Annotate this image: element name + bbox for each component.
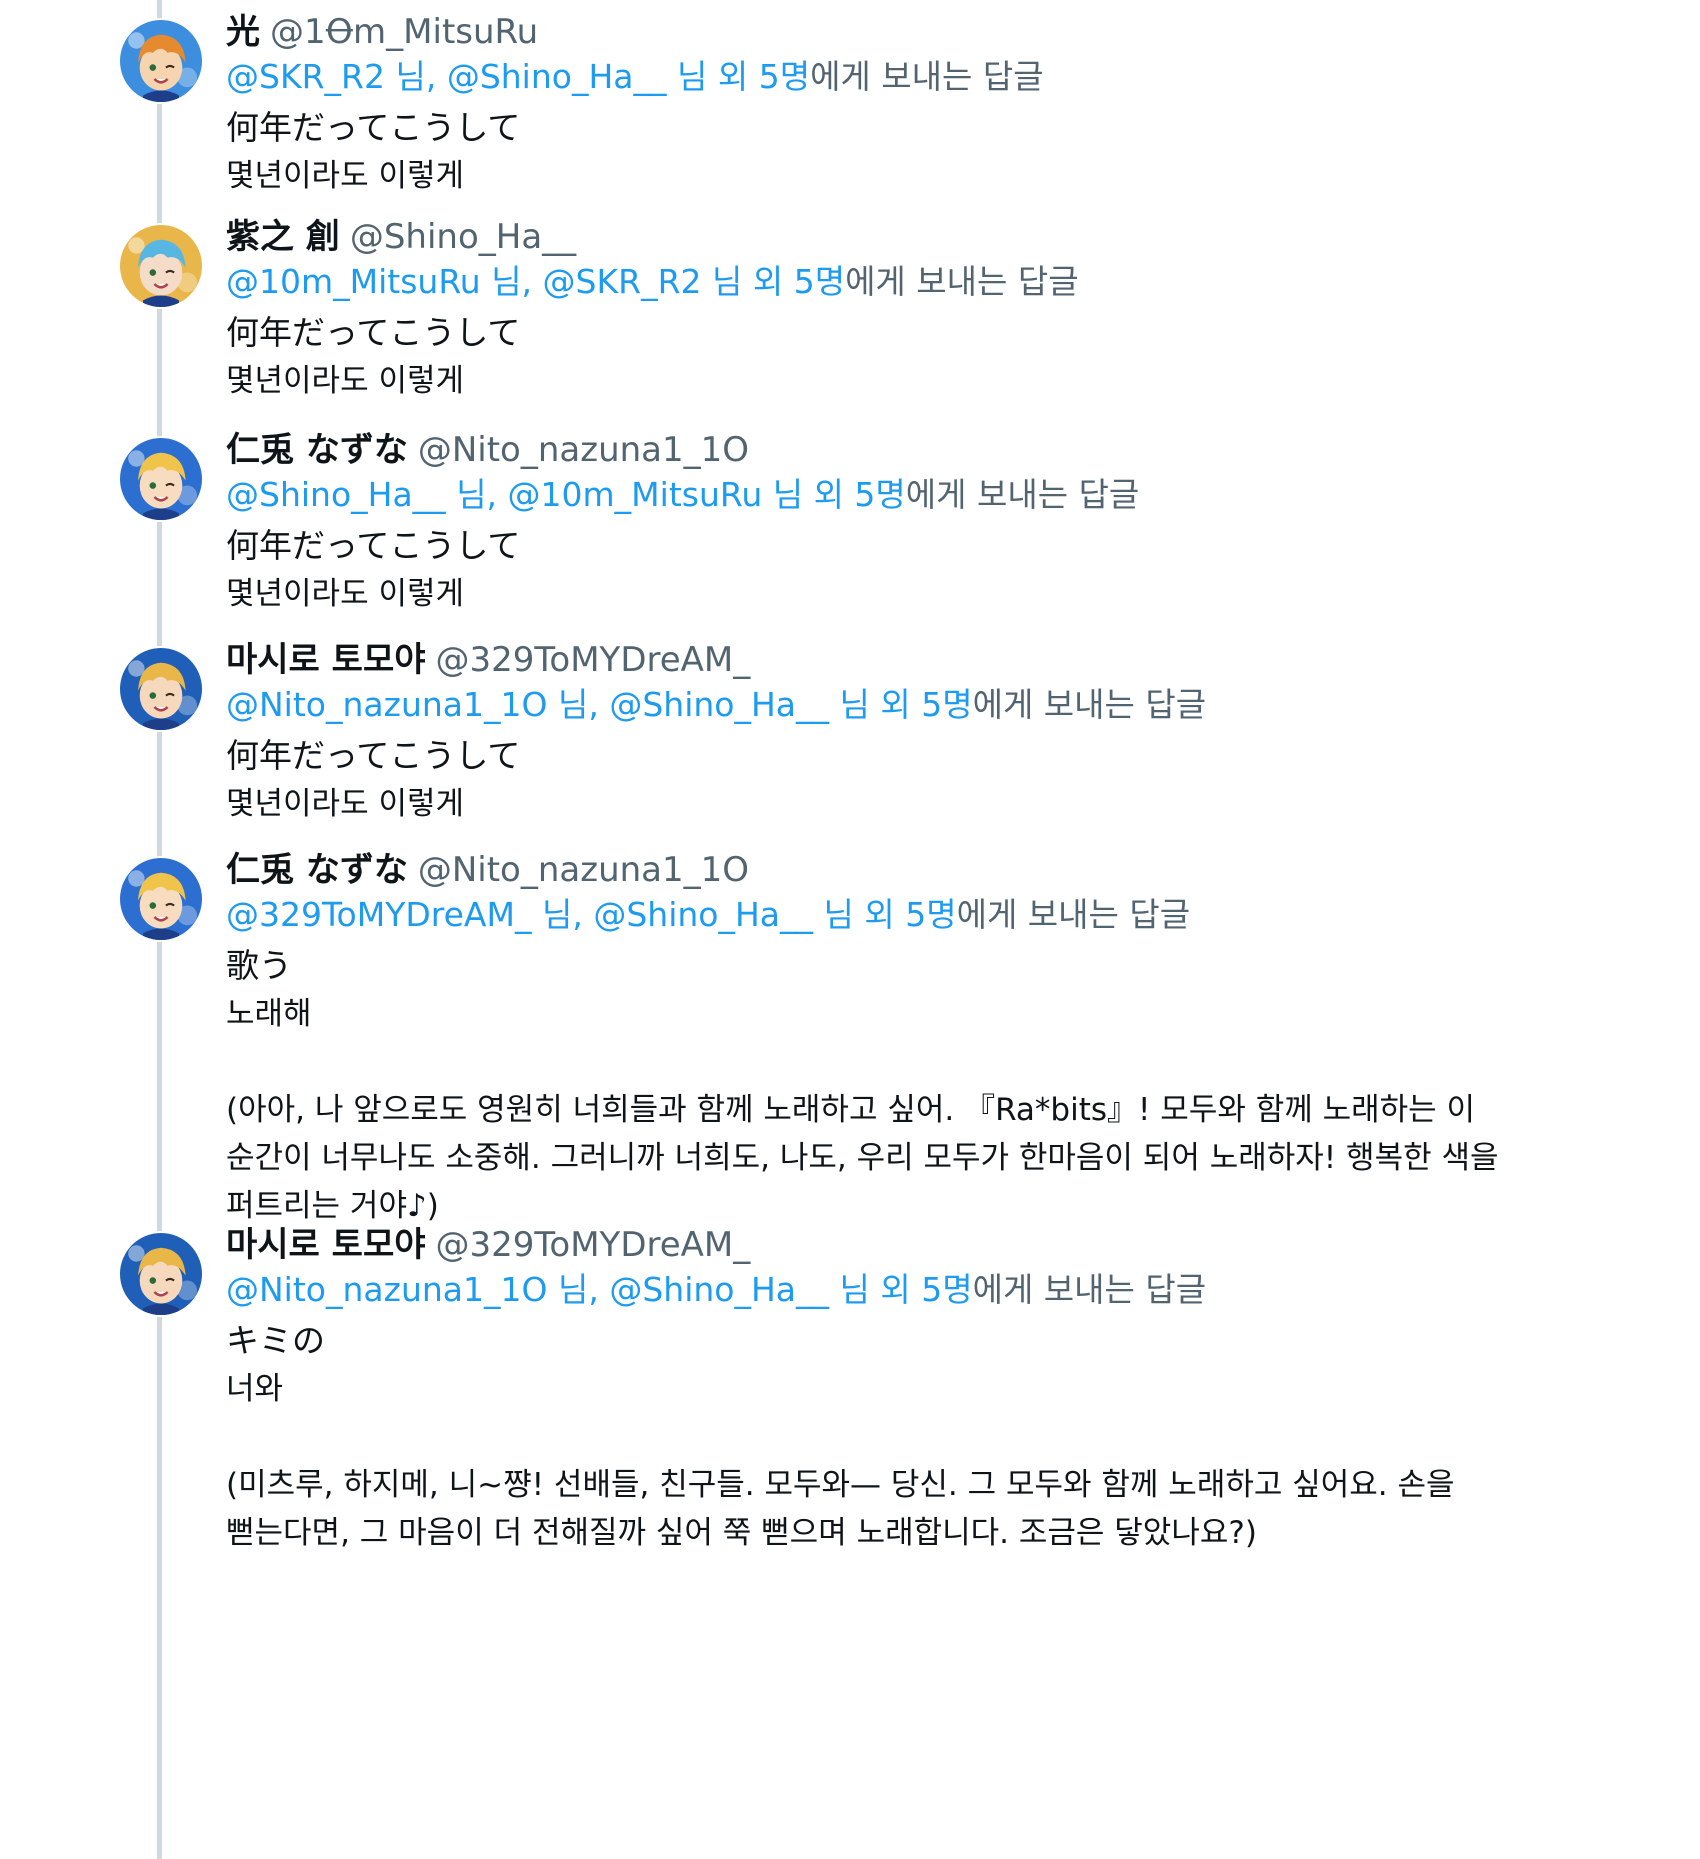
replying-to-line: @329ToMYDreAM_ 님, @Shino_Ha__ 님 외 5명에게 보…: [226, 892, 1640, 938]
tweet-text: 何年だってこうして 몇년이라도 이렇게: [226, 104, 1640, 200]
reply-mention-link[interactable]: @Nito_nazuna1_1O: [226, 1270, 547, 1309]
tweet-body: 마시로 토모야 @329ToMYDreAM_ @Nito_nazuna1_1O 님,…: [226, 638, 1640, 828]
reply-mention-link[interactable]: @Shino_Ha__: [609, 1270, 829, 1309]
tweet-body: 仁兎 なずな @Nito_nazuna1_1O @329ToMYDreAM_ 님, …: [226, 848, 1640, 1230]
tweet-line-japanese: 何年だってこうして: [226, 108, 521, 147]
blonde-hair-boy-avatar[interactable]: [118, 856, 204, 942]
tweet-text: キミの 너와 (미츠루, 하지메, 니~쨩! 선배들, 친구들. 모두와— 당신. …: [226, 1317, 1640, 1557]
reply-suffix: 에게 보내는 답글: [845, 262, 1079, 301]
reply-mention-link[interactable]: @Shino_Ha__: [609, 685, 829, 724]
reply-mention-link[interactable]: @10m_MitsuRu: [508, 475, 763, 514]
reply-suffix: 에게 보내는 답글: [972, 685, 1207, 724]
reply-mention-separator: 님,: [557, 685, 599, 724]
reply-mention-separator: 님,: [456, 475, 498, 514]
reply-mention-link[interactable]: @Shino_Ha__: [447, 57, 667, 96]
blue-hair-boy-avatar[interactable]: [118, 223, 204, 309]
display-name[interactable]: 仁兎 なずな: [226, 850, 408, 890]
tweet-body: 光 @1Ꝋm_MitsuRu @SKR_R2 님, @Shino_Ha__ 님 외 …: [226, 10, 1640, 200]
winking-blonde-boy-avatar[interactable]: [118, 646, 204, 732]
winking-blonde-boy-avatar[interactable]: [118, 1231, 204, 1317]
display-name[interactable]: 光: [226, 12, 260, 52]
user-handle[interactable]: @Shino_Ha__: [350, 217, 576, 257]
replying-to-line: @Nito_nazuna1_1O 님, @Shino_Ha__ 님 외 5명에게…: [226, 1267, 1640, 1313]
display-name[interactable]: 紫之 創: [226, 217, 340, 257]
tweet-header: 仁兎 なずな @Nito_nazuna1_1O: [226, 848, 1640, 892]
tweet-line-korean: 몇년이라도 이렇게: [226, 363, 465, 399]
replying-to-line: @10m_MitsuRu 님, @SKR_R2 님 외 5명에게 보내는 답글: [226, 259, 1640, 305]
tweet-body: 仁兎 なずな @Nito_nazuna1_1O @Shino_Ha__ 님, @10…: [226, 428, 1640, 618]
tweet-header: 仁兎 なずな @Nito_nazuna1_1O: [226, 428, 1640, 472]
reply-mention-link[interactable]: @SKR_R2: [543, 262, 702, 301]
replying-to-line: @Shino_Ha__ 님, @10m_MitsuRu 님 외 5명에게 보내는…: [226, 472, 1640, 518]
replying-to-line: @Nito_nazuna1_1O 님, @Shino_Ha__ 님 외 5명에게…: [226, 682, 1640, 728]
reply-mention-link[interactable]: @Nito_nazuna1_1O: [226, 685, 547, 724]
tweet-text: 何年だってこうして 몇년이라도 이렇게: [226, 732, 1640, 828]
reply-others-link[interactable]: 님 외 5명: [840, 1270, 973, 1309]
reply-suffix: 에게 보내는 답글: [905, 475, 1140, 514]
display-name[interactable]: 마시로 토모야: [226, 1225, 426, 1265]
tweet-line-korean: 몇년이라도 이렇게: [226, 576, 465, 612]
reply-others-link[interactable]: 님 외 5명: [712, 262, 845, 301]
tweet-line-japanese: 何年だってこうして: [226, 736, 521, 775]
tweet-header: 光 @1Ꝋm_MitsuRu: [226, 10, 1640, 54]
orange-hair-boy-avatar[interactable]: [118, 18, 204, 104]
reply-mention-separator: 님,: [491, 262, 533, 301]
reply-mention-link[interactable]: @SKR_R2: [226, 57, 385, 96]
tweet-line-korean: 노래해: [226, 996, 312, 1032]
reply-others-link[interactable]: 님 외 5명: [677, 57, 810, 96]
reply-suffix: 에게 보내는 답글: [972, 1270, 1207, 1309]
tweet-text: 何年だってこうして 몇년이라도 이렇게: [226, 522, 1640, 618]
user-handle[interactable]: @329ToMYDreAM_: [436, 1225, 751, 1265]
reply-mention-separator: 님,: [541, 895, 583, 934]
tweet-line-japanese: 何年だってこうして: [226, 313, 521, 352]
tweet-text: 歌う 노래해 (아아, 나 앞으로도 영원히 너희들과 함께 노래하고 싶어. 『R…: [226, 942, 1640, 1230]
reply-others-link[interactable]: 님 외 5명: [773, 475, 906, 514]
tweet-header: 마시로 토모야 @329ToMYDreAM_: [226, 1223, 1640, 1267]
user-handle[interactable]: @Nito_nazuna1_1O: [418, 430, 749, 470]
tweet-paragraph: (미츠루, 하지메, 니~쨩! 선배들, 친구들. 모두와— 당신. 그 모두와…: [226, 1467, 1455, 1551]
reply-mention-link[interactable]: @Shino_Ha__: [226, 475, 446, 514]
tweet-text: 何年だってこうして 몇년이라도 이렇게: [226, 309, 1640, 405]
tweet-line-japanese: 何年だってこうして: [226, 526, 521, 565]
reply-others-link[interactable]: 님 외 5명: [824, 895, 957, 934]
tweet-line-korean: 몇년이라도 이렇게: [226, 158, 465, 194]
tweet-line-japanese: 歌う: [226, 946, 292, 985]
display-name[interactable]: 仁兎 なずな: [226, 430, 408, 470]
replying-to-line: @SKR_R2 님, @Shino_Ha__ 님 외 5명에게 보내는 답글: [226, 54, 1640, 100]
reply-suffix: 에게 보내는 답글: [956, 895, 1191, 934]
display-name[interactable]: 마시로 토모야: [226, 640, 426, 680]
tweet-header: 마시로 토모야 @329ToMYDreAM_: [226, 638, 1640, 682]
tweet-line-japanese: キミの: [226, 1321, 325, 1360]
reply-others-link[interactable]: 님 외 5명: [840, 685, 973, 724]
reply-mention-link[interactable]: @Shino_Ha__: [593, 895, 813, 934]
reply-mention-link[interactable]: @10m_MitsuRu: [226, 262, 481, 301]
tweet-body: 紫之 創 @Shino_Ha__ @10m_MitsuRu 님, @SKR_R2 님…: [226, 215, 1640, 405]
reply-mention-separator: 님,: [395, 57, 437, 96]
tweet-line-korean: 너와: [226, 1371, 284, 1407]
user-handle[interactable]: @329ToMYDreAM_: [436, 640, 751, 680]
tweet-line-korean: 몇년이라도 이렇게: [226, 786, 465, 822]
reply-mention-separator: 님,: [557, 1270, 599, 1309]
tweet-body: 마시로 토모야 @329ToMYDreAM_ @Nito_nazuna1_1O 님,…: [226, 1223, 1640, 1557]
tweet-header: 紫之 創 @Shino_Ha__: [226, 215, 1640, 259]
reply-suffix: 에게 보내는 답글: [810, 57, 1044, 96]
tweet-paragraph: (아아, 나 앞으로도 영원히 너희들과 함께 노래하고 싶어. 『Ra*bit…: [226, 1092, 1499, 1224]
blonde-hair-boy-avatar[interactable]: [118, 436, 204, 522]
user-handle[interactable]: @1Ꝋm_MitsuRu: [270, 12, 538, 52]
reply-mention-link[interactable]: @329ToMYDreAM_: [226, 895, 531, 934]
user-handle[interactable]: @Nito_nazuna1_1O: [418, 850, 749, 890]
